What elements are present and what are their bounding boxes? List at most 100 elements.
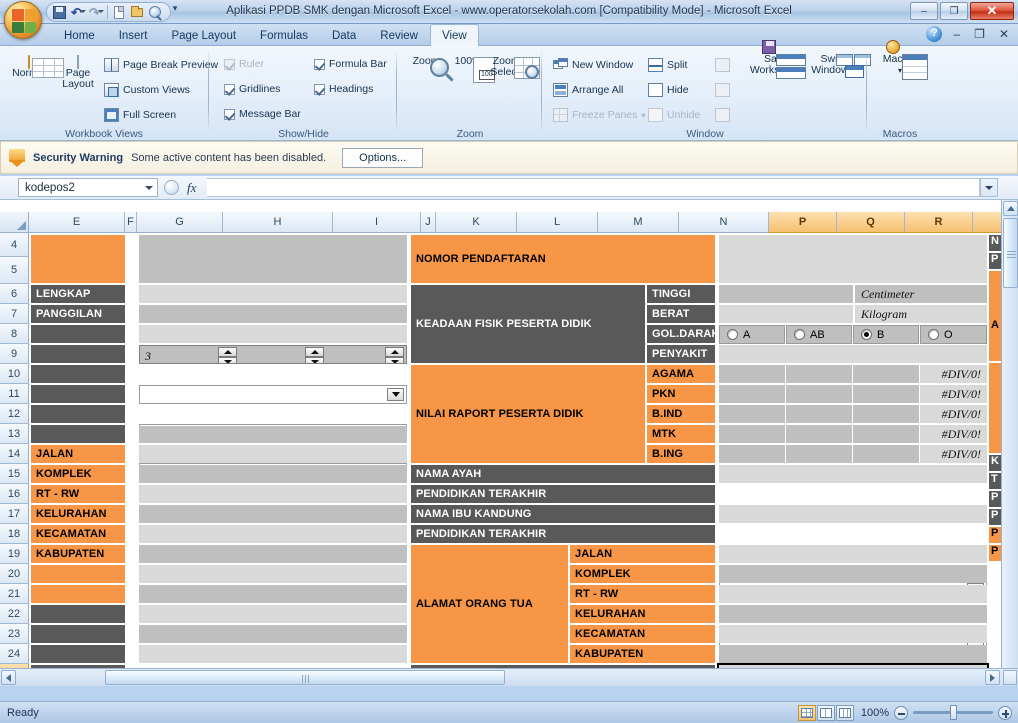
zoom-in-icon[interactable] [998,705,1012,720]
cell-E9[interactable] [31,345,125,363]
synchronous-scrolling-button[interactable] [715,83,730,97]
radio-gol-darah-b[interactable]: B [853,325,919,344]
cell-S14-bing-result[interactable]: #DIV/0! [920,445,987,463]
column-header-L[interactable]: L [517,212,598,233]
cell-G9-date-spinners[interactable]: 3 [139,345,407,364]
cell-Q10-agama-v2[interactable] [786,365,852,383]
tab-data[interactable]: Data [320,24,368,46]
zoom-slider-thumb[interactable] [950,705,957,720]
cell-E22[interactable] [31,605,125,623]
office-button[interactable] [4,1,42,39]
cell-Q11-pkn-v2[interactable] [786,385,852,403]
row-header-5[interactable]: 5 [0,257,29,284]
cell-G17-kelurahan-input[interactable] [139,505,407,523]
row-header-12[interactable]: 12 [0,404,29,424]
page-layout-view-button[interactable]: Page Layout [56,55,100,90]
cell-P19-ortu-jalan-value[interactable] [719,545,987,563]
name-box-chevron-down-icon[interactable] [145,185,153,190]
column-header-P[interactable]: P [769,212,837,233]
radio-gol-darah-o[interactable]: O [920,325,987,344]
cell-M24-ortu-kabupaten[interactable]: KABUPATEN [570,645,715,663]
cell-G20-input[interactable] [139,565,407,583]
cell-G22-input[interactable] [139,605,407,623]
cell-P11-pkn-v1[interactable] [719,385,785,403]
cell-G8-input[interactable] [139,325,407,343]
cell-E13[interactable] [31,425,125,443]
cell-E12[interactable] [31,405,125,423]
cell-S12-bind-result[interactable]: #DIV/0! [920,405,987,423]
cell-G21-input[interactable] [139,585,407,603]
full-screen-button[interactable]: Full Screen [104,108,176,122]
cell-P12-bind-v1[interactable] [719,405,785,423]
cell-M22-ortu-kelurahan[interactable]: KELURAHAN [570,605,715,623]
arrange-all-button[interactable]: Arrange All [553,83,623,97]
insert-function-circle-icon[interactable] [164,180,179,195]
cell-P7-berat-value[interactable] [719,305,853,323]
cell-P22-ortu-kelurahan-value[interactable] [719,605,987,623]
cell-G4-nama-input[interactable] [139,235,407,283]
zoom-to-selection-button[interactable]: Zoom to Selection [488,56,540,79]
scroll-right-icon[interactable] [985,670,1000,685]
cell-R10-agama-v3[interactable] [853,365,919,383]
save-icon[interactable] [51,4,68,21]
cell-R6-tinggi-unit[interactable]: Centimeter [855,285,987,303]
security-options-button[interactable]: Options... [342,147,424,168]
open-folder-icon[interactable] [129,4,146,21]
row-header-9[interactable]: 9 [0,344,29,364]
vertical-scrollbar[interactable] [1001,200,1018,686]
cell-K17-nama-ibu[interactable]: NAMA IBU KANDUNG [411,505,715,523]
cell-E14-jalan[interactable]: JALAN [31,445,125,463]
combo-G10[interactable] [139,385,407,404]
formula-input[interactable] [207,178,980,197]
redo-icon[interactable]: ↷ [87,4,104,21]
print-preview-icon[interactable] [147,4,164,21]
column-header-N[interactable]: N [679,212,769,233]
cell-N11-pkn[interactable]: PKN [647,385,715,403]
cell-E18-kecamatan[interactable]: KECAMATAN [31,525,125,543]
row-header-7[interactable]: 7 [0,304,29,324]
cell-G24-input[interactable] [139,645,407,663]
radio-gol-darah-ab[interactable]: AB [786,325,852,344]
ruler-checkbox[interactable]: Ruler [224,58,264,70]
cell-N7-berat[interactable]: BERAT [647,305,715,323]
combo-G10-chevron-down-icon[interactable] [387,388,404,401]
cell-E7-panggilan[interactable]: PANGGILAN [31,305,125,323]
restore-button[interactable]: ❐ [940,2,968,20]
cell-P23-ortu-kecamatan-value[interactable] [719,625,987,643]
row-header-11[interactable]: 11 [0,384,29,404]
macros-button[interactable]: Macros ▾ [874,40,928,80]
cell-G23-input[interactable] [139,625,407,643]
cell-P21-ortu-rtrw-value[interactable] [719,585,987,603]
cell-G15-komplek-input[interactable] [139,465,407,483]
cell-G18-kecamatan-input[interactable] [139,525,407,543]
normal-view-button[interactable]: Normal [6,55,64,79]
cell-G13-input[interactable] [139,426,407,443]
message-bar-checkbox[interactable]: Message Bar [224,108,301,120]
tab-review[interactable]: Review [368,24,430,46]
zoom-out-icon[interactable] [894,705,908,720]
cell-R12-bind-v3[interactable] [853,405,919,423]
column-header-R[interactable]: R [905,212,973,233]
spinner-control-1[interactable] [218,347,237,363]
cell-E17-kelurahan[interactable]: KELURAHAN [31,505,125,523]
column-header-Q[interactable]: Q [837,212,905,233]
cell-E11[interactable] [31,385,125,403]
tab-view[interactable]: View [430,24,479,46]
tab-page-layout[interactable]: Page Layout [159,24,248,46]
cell-E19-kabupaten[interactable]: KABUPATEN [31,545,125,563]
cell-Q14-bing-v2[interactable] [786,445,852,463]
minimize-button[interactable]: – [910,2,938,20]
cell-K18-pendidikan-ibu[interactable]: PENDIDIKAN TERAKHIR [411,525,715,543]
tab-insert[interactable]: Insert [107,24,160,46]
doc-minimize-button[interactable]: – [950,27,963,41]
row-header-18[interactable]: 18 [0,524,29,544]
row-header-16[interactable]: 16 [0,484,29,504]
cell-P9-penyakit-value[interactable] [719,345,987,363]
vertical-scrollbar-thumb[interactable] [1003,218,1018,288]
row-header-4[interactable]: 4 [0,233,29,257]
switch-windows-button[interactable]: Switch Windows ▾ [807,54,871,78]
normal-view-button-status[interactable] [798,704,816,721]
cell-N8-gol-darah[interactable]: GOL.DARAH [647,325,715,343]
cell-E23[interactable] [31,625,125,643]
cell-G7-panggilan-input[interactable] [139,305,407,323]
